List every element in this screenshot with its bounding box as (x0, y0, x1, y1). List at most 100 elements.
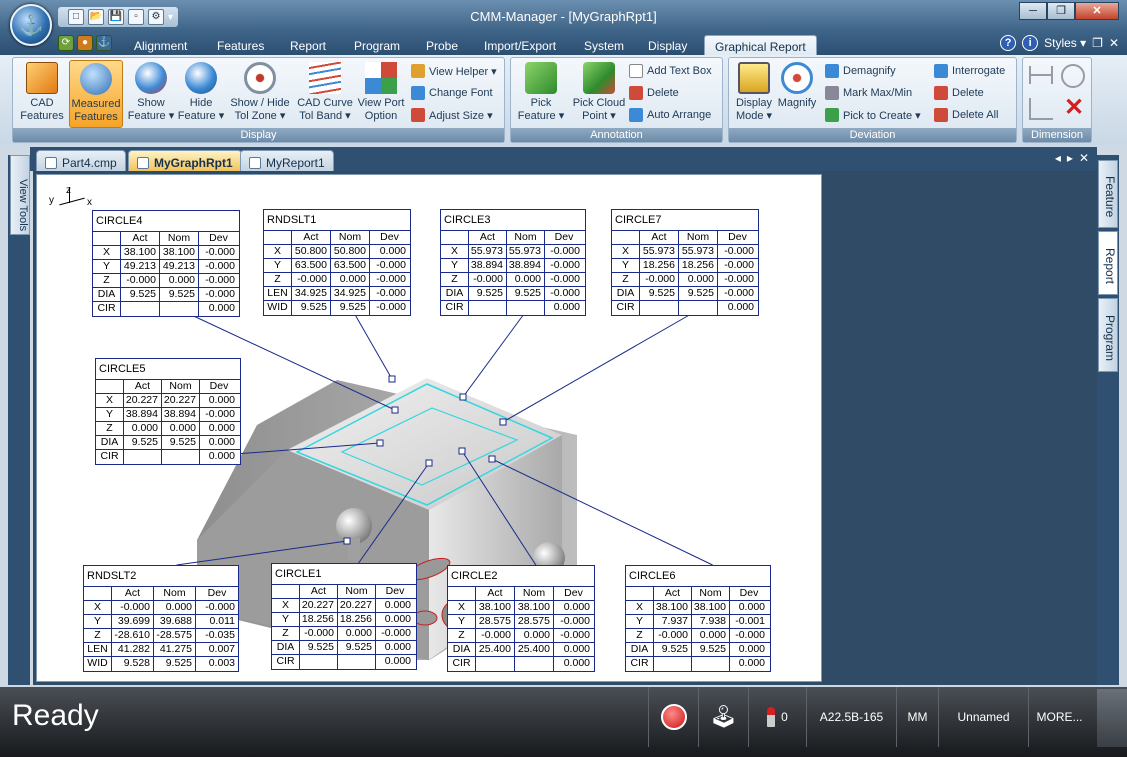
tab-program[interactable]: Program (344, 35, 410, 56)
cell-value: 7.937 (654, 615, 692, 628)
feature-table-circle4[interactable]: CIRCLE4 Act Nom Dev X 38.100 38.100 -0.000 Y 49.2… (92, 210, 240, 317)
add-text-box-button[interactable]: Add Text Box (629, 62, 712, 80)
program-panel-tab[interactable]: Program (1098, 298, 1118, 372)
interrogate-button[interactable]: Interrogate (934, 62, 1005, 80)
feature-table-rndslt1[interactable]: RNDSLT1 Act Nom Dev X 50.800 50.800 0.000 Y 63.50… (263, 209, 411, 316)
row-label: Z (441, 273, 469, 286)
close-button[interactable]: ✕ (1075, 2, 1119, 20)
tab-import-export[interactable]: Import/Export (474, 35, 566, 56)
feature-table-row: Y 38.894 38.894 -0.000 (441, 259, 585, 273)
refresh-icon[interactable]: ⟳ (58, 35, 74, 51)
tab-system[interactable]: System (574, 35, 634, 56)
radial-dimension-icon[interactable] (1061, 64, 1085, 88)
alarm-button[interactable] (648, 687, 698, 747)
cell-value: -0.000 (205, 288, 235, 300)
delete-all-button[interactable]: Delete All (934, 106, 998, 124)
report-canvas[interactable]: y z x CIRCLE4 Act Nom Dev X 38.100 38.10… (36, 174, 822, 682)
view-helper-button[interactable]: View Helper ▾ (411, 62, 497, 80)
row-label: Z (93, 274, 121, 287)
doc-close-button[interactable]: ✕ (1109, 36, 1119, 50)
row-label: LEN (264, 287, 292, 300)
anchor-icon[interactable]: ⚓ (96, 35, 112, 51)
maximize-button[interactable]: ❐ (1047, 2, 1075, 20)
cell-value: Nom (692, 587, 730, 600)
record-icon[interactable]: ● (77, 35, 93, 51)
tab-probe[interactable]: Probe (416, 35, 468, 56)
pick-to-create-button[interactable]: Pick to Create ▾ (825, 106, 921, 124)
row-label: DIA (448, 643, 476, 656)
row-label: Z (264, 273, 292, 286)
more-button[interactable]: MORE... (1028, 687, 1090, 747)
doc-tab-mygraphrpt1[interactable]: MyGraphRpt1 (128, 150, 242, 171)
feature-table-title: CIRCLE5 (96, 359, 240, 380)
report-panel-tab[interactable]: Report (1098, 231, 1118, 295)
feature-table-circle6[interactable]: CIRCLE6 Act Nom Dev X 38.100 38.100 0.000 Y 7.937… (625, 565, 771, 672)
app-menu-button[interactable]: ⚓ (10, 4, 52, 46)
feature-panel-tab[interactable]: Feature (1098, 160, 1118, 228)
delete-dimension-icon[interactable]: ✕ (1061, 96, 1087, 122)
tab-graphical-report[interactable]: Graphical Report (704, 35, 817, 56)
joystick-button[interactable]: 🕹 (698, 687, 748, 747)
angle-dimension-icon[interactable] (1029, 98, 1053, 120)
doc-tab-part4[interactable]: Part4.cmp (36, 150, 126, 171)
resize-grip-icon[interactable] (1097, 689, 1127, 747)
pick-cloud-point-button[interactable]: Pick Cloud Point ▾ (569, 60, 629, 128)
cell-value: 0.000 (208, 436, 235, 448)
tab-prev-icon[interactable]: ◂ (1055, 151, 1061, 165)
doc-restore-button[interactable]: ❐ (1092, 36, 1103, 50)
report-icon (249, 156, 261, 169)
cell-value: 9.525 (338, 641, 376, 654)
display-mode-button[interactable]: Display Mode ▾ (731, 60, 777, 128)
mark-max-min-button[interactable]: Mark Max/Min (825, 84, 912, 102)
help-icon[interactable]: ? (1000, 35, 1017, 51)
hide-feature-button[interactable]: Hide Feature ▾ (175, 60, 227, 128)
linear-dimension-icon[interactable] (1029, 66, 1053, 84)
deviation-delete-button[interactable]: Delete (934, 84, 984, 102)
cell-value: -0.000 (205, 246, 235, 258)
feature-table-row: CIR 0.000 (441, 301, 585, 315)
feature-table-circle5[interactable]: CIRCLE5 Act Nom Dev X 20.227 20.227 0.000 Y 38.89… (95, 358, 241, 465)
view-port-option-button[interactable]: View Port Option (355, 60, 407, 128)
pick-feature-button[interactable]: Pick Feature ▾ (513, 60, 569, 128)
cell-value: Nom (679, 231, 718, 244)
cell-value: Nom (338, 585, 376, 598)
cell-value: 0.000 (338, 627, 376, 640)
info-icon[interactable]: i (1022, 35, 1039, 51)
cad-features-button[interactable]: CAD Features (16, 60, 68, 128)
tab-next-icon[interactable]: ▸ (1067, 151, 1073, 165)
cad-curve-tol-band-button[interactable]: CAD Curve Tol Band ▾ (295, 60, 355, 128)
auto-arrange-button[interactable]: Auto Arrange (629, 106, 711, 124)
program-name[interactable]: Unnamed (938, 687, 1028, 747)
feature-table-circle2[interactable]: CIRCLE2 Act Nom Dev X 38.100 38.100 0.000 Y 28.57… (447, 565, 595, 672)
adjust-size-button[interactable]: Adjust Size ▾ (411, 106, 493, 124)
tab-display[interactable]: Display (638, 35, 697, 56)
styles-menu[interactable]: Styles ▾ (1044, 36, 1086, 50)
magnify-button[interactable]: Magnify (775, 60, 819, 128)
feature-table-circle7[interactable]: CIRCLE7 Act Nom Dev X 55.973 55.973 -0.000 Y 18.2… (611, 209, 759, 316)
probe-name[interactable]: A22.5B-165 (806, 687, 896, 747)
feature-table-row: DIA 9.525 9.525 0.000 (626, 643, 770, 657)
cell-value: 25.400 (476, 643, 515, 656)
change-font-button[interactable]: Change Font (411, 84, 493, 102)
feature-table-rndslt2[interactable]: RNDSLT2 Act Nom Dev X -0.000 0.000 -0.000 Y 39.69… (83, 565, 239, 672)
tol-zone-button[interactable]: Show / Hide Tol Zone ▾ (228, 60, 292, 128)
probe-counter[interactable]: 0 (748, 687, 806, 747)
feature-table-row: DIA 9.525 9.525 -0.000 (612, 287, 758, 301)
tab-alignment[interactable]: Alignment (124, 35, 197, 56)
cell-value (640, 301, 679, 315)
doc-tab-myreport1[interactable]: MyReport1 (240, 150, 334, 171)
tab-close-icon[interactable]: ✕ (1079, 151, 1089, 165)
delete-icon (629, 86, 643, 100)
feature-table-circle1[interactable]: CIRCLE1 Act Nom Dev X 20.227 20.227 0.000 Y 18.25… (271, 563, 417, 670)
measured-features-button[interactable]: Measured Features (69, 60, 123, 128)
demagnify-button[interactable]: Demagnify (825, 62, 896, 80)
tab-report[interactable]: Report (280, 35, 336, 56)
feature-table-circle3[interactable]: CIRCLE3 Act Nom Dev X 55.973 55.973 -0.000 Y 38.8… (440, 209, 586, 316)
view-tools-tab[interactable]: View Tools (10, 155, 30, 235)
show-feature-button[interactable]: Show Feature ▾ (125, 60, 177, 128)
tab-features[interactable]: Features (207, 35, 274, 56)
text-box-icon (629, 64, 643, 78)
annotation-delete-button[interactable]: Delete (629, 84, 679, 102)
units-indicator[interactable]: MM (896, 687, 938, 747)
minimize-button[interactable]: ─ (1019, 2, 1047, 20)
